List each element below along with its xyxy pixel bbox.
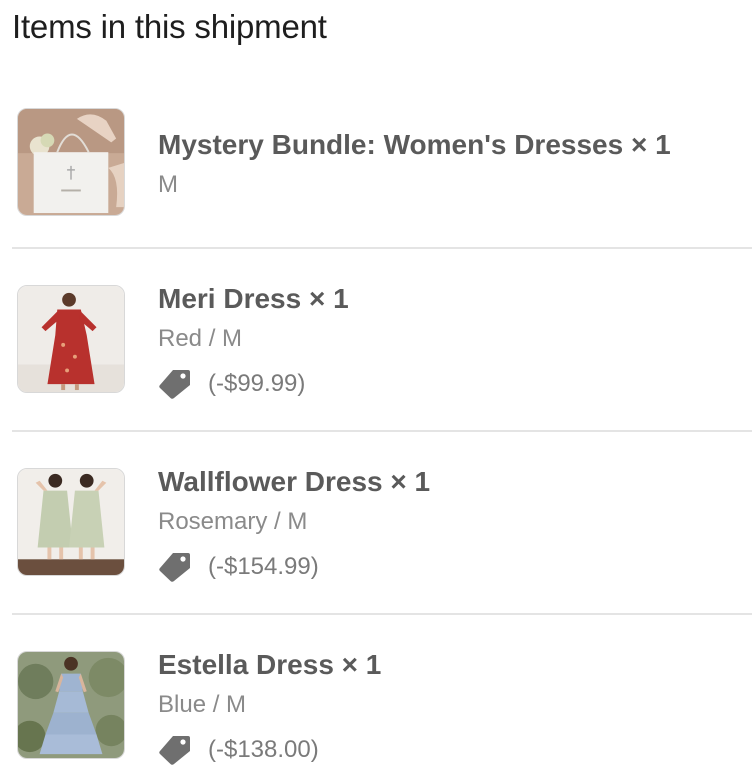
item-discount: (-$138.00): [158, 734, 752, 766]
shipment-heading: Items in this shipment: [12, 8, 327, 45]
item-variant: Blue / M: [158, 691, 247, 718]
sage-dresses-image: [18, 469, 124, 575]
discount-amount: (-$138.00): [208, 736, 319, 763]
item-title[interactable]: Meri Dress × 1: [158, 282, 752, 316]
product-thumbnail-wallflower-dress[interactable]: [17, 468, 125, 576]
discount-amount: (-$154.99): [208, 553, 319, 580]
item-variant: M: [158, 171, 178, 198]
item-divider: [12, 613, 752, 615]
item-title[interactable]: Mystery Bundle: Women's Dresses × 1: [158, 128, 752, 162]
blue-dress-image: [18, 652, 124, 758]
item-discount: (-$154.99): [158, 551, 752, 583]
product-thumbnail-meri-dress[interactable]: [17, 285, 125, 393]
gift-bag-image: [18, 109, 124, 215]
item-divider: [12, 247, 752, 249]
item-variant: Rosemary / M: [158, 508, 308, 535]
price-tag-icon: [159, 370, 190, 399]
red-dress-image: [18, 286, 124, 392]
item-title[interactable]: Wallflower Dress × 1: [158, 465, 752, 499]
item-variant: Red / M: [158, 325, 243, 352]
product-thumbnail-mystery-bundle[interactable]: [17, 108, 125, 216]
item-divider: [12, 430, 752, 432]
discount-amount: (-$99.99): [208, 370, 306, 397]
price-tag-icon: [159, 736, 190, 765]
product-thumbnail-estella-dress[interactable]: [17, 651, 125, 759]
price-tag-icon: [159, 553, 190, 582]
item-title[interactable]: Estella Dress × 1: [158, 648, 752, 682]
item-discount: (-$99.99): [158, 368, 752, 400]
